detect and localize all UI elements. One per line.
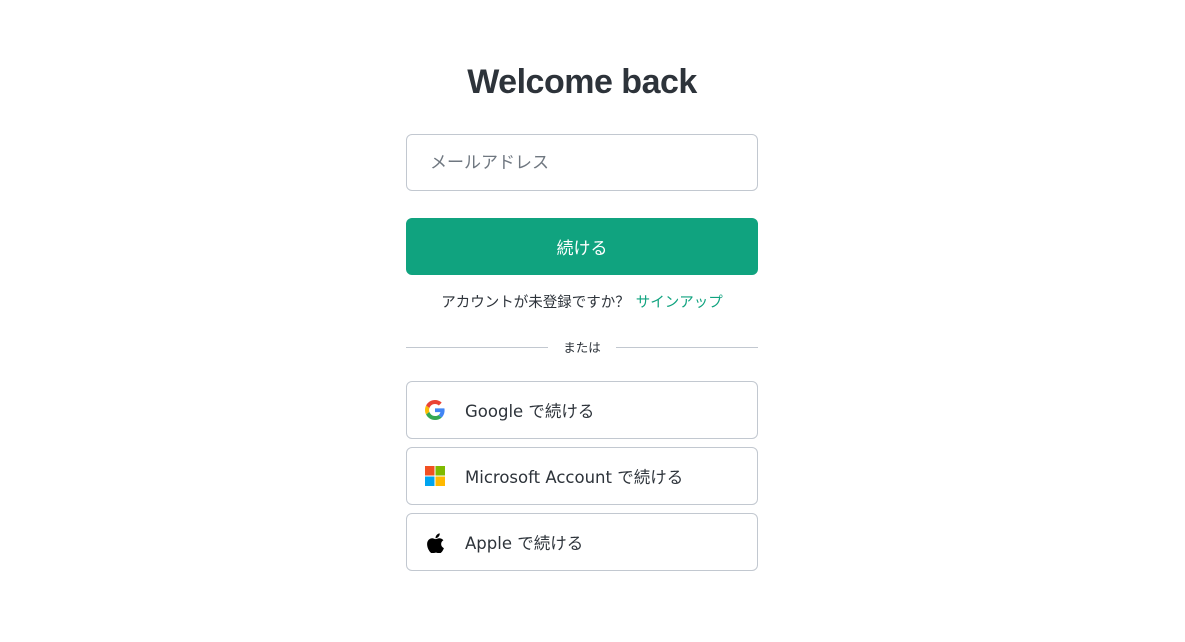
continue-button[interactable]: 続ける [406, 218, 758, 275]
divider: または [406, 338, 758, 358]
google-icon [424, 399, 446, 421]
google-login-label: Google で続ける [465, 402, 595, 421]
apple-icon [424, 531, 446, 553]
microsoft-login-button[interactable]: Microsoft Account で続ける [406, 447, 758, 505]
signup-row: アカウントが未登録ですか？ サインアップ [406, 292, 758, 314]
apple-login-button[interactable]: Apple で続ける [406, 513, 758, 571]
page-title: Welcome back [467, 63, 697, 101]
microsoft-login-label: Microsoft Account で続ける [465, 468, 684, 487]
microsoft-icon [424, 465, 446, 487]
apple-login-label: Apple で続ける [465, 534, 584, 553]
signup-prompt: アカウントが未登録ですか？ [441, 295, 630, 311]
signup-link[interactable]: サインアップ [636, 295, 723, 311]
email-field[interactable] [406, 134, 758, 191]
login-page: Welcome back 続ける アカウントが未登録ですか？ サインアップ または… [0, 0, 1185, 642]
google-login-button[interactable]: Google で続ける [406, 381, 758, 439]
divider-line-right [616, 347, 758, 348]
divider-text: または [563, 340, 601, 355]
